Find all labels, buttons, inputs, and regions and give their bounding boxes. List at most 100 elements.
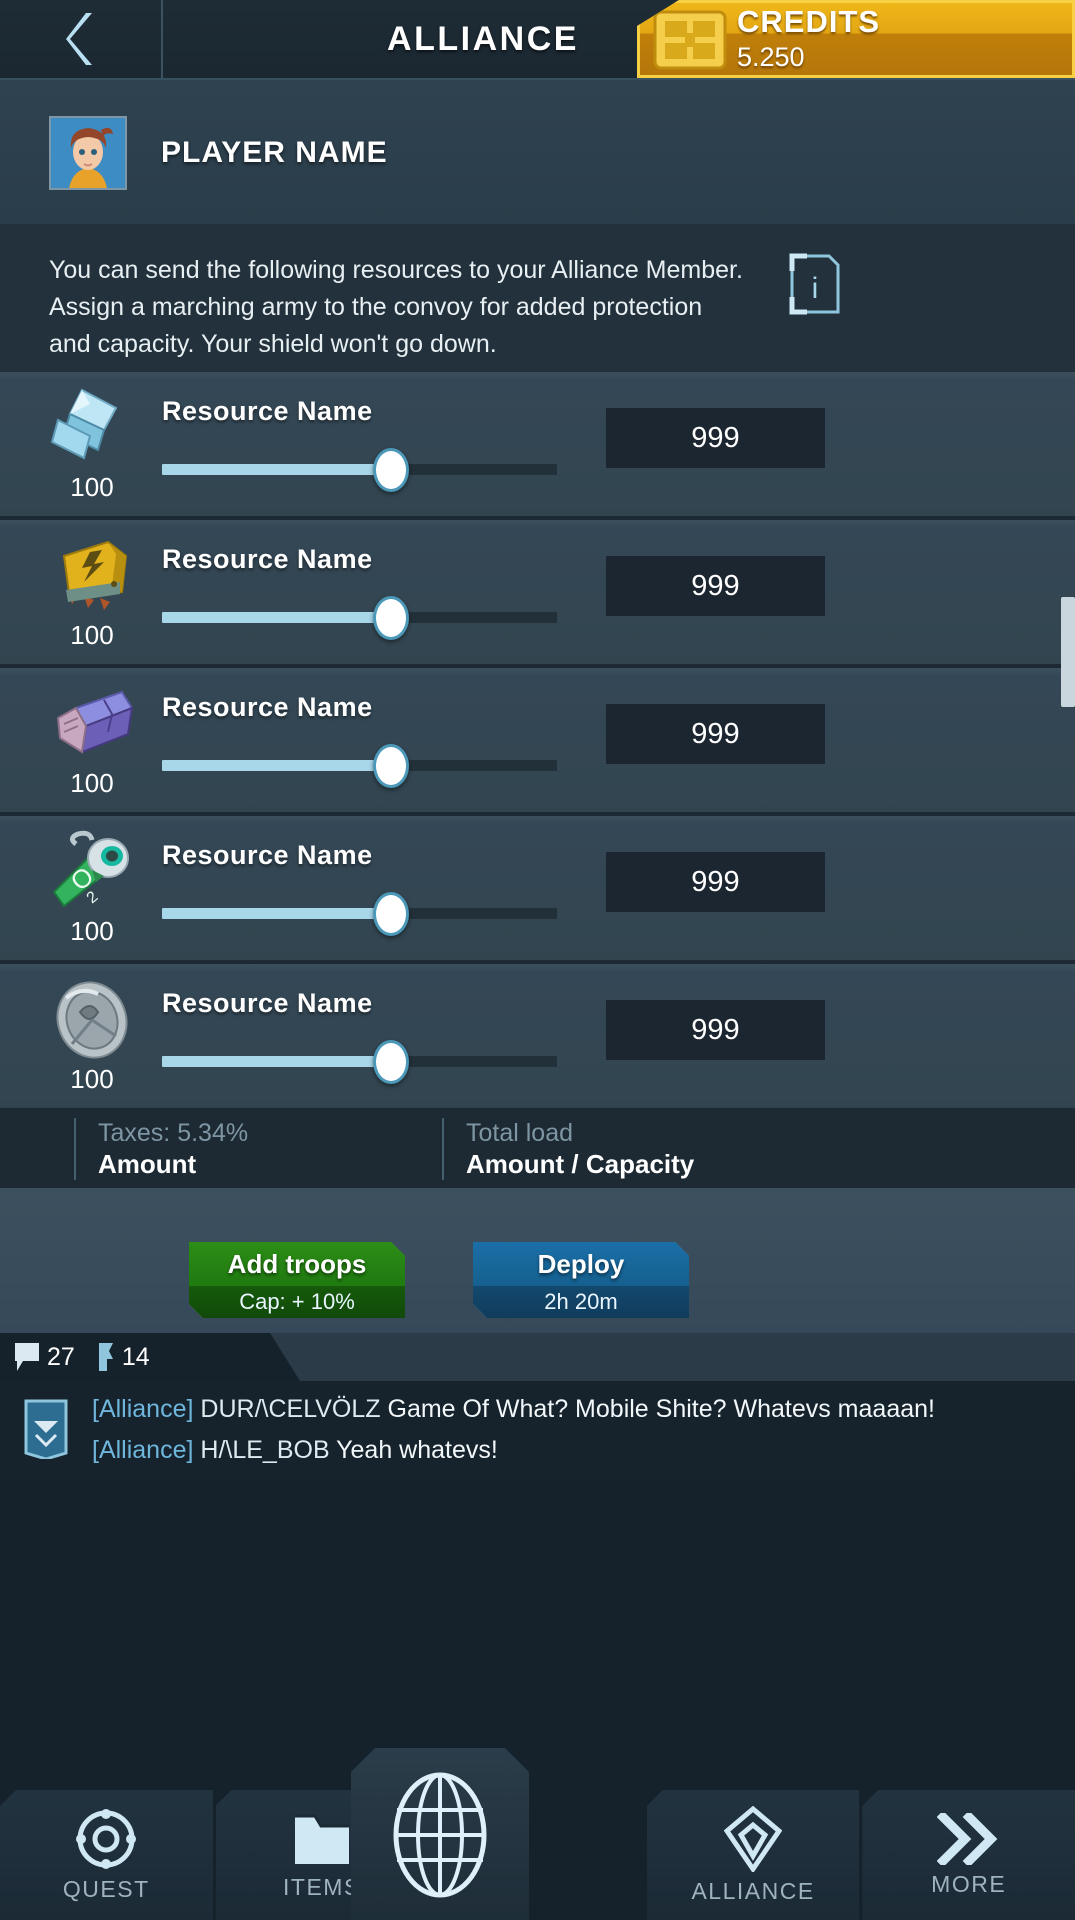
- taxes-column: Taxes: 5.34% Amount: [74, 1118, 248, 1180]
- resource-name: Resource Name: [162, 988, 373, 1018]
- add-troops-button[interactable]: Add troops Cap: + 10%: [189, 1242, 405, 1318]
- description-text: You can send the following resources to …: [49, 256, 743, 358]
- svg-text:i: i: [812, 272, 819, 305]
- top-bar: ALLIANCE CREDITS 5.250: [0, 0, 1075, 80]
- chip-card-icon: [653, 10, 727, 70]
- chat-line: [Alliance] DUR/\CELVÖLZ Game Of What? Mo…: [92, 1389, 1052, 1430]
- credits-button[interactable]: CREDITS 5.250: [637, 0, 1075, 78]
- resource-slider[interactable]: [162, 744, 557, 788]
- chat-message-list: [Alliance] DUR/\CELVÖLZ Game Of What? Mo…: [92, 1389, 1052, 1471]
- total-load-label: Total load: [466, 1119, 574, 1147]
- bottom-nav: QUEST ITEMS ALLIANCE MORE: [0, 1479, 1075, 1920]
- speech-bubble-icon: [15, 1343, 39, 1371]
- metal-ingot-icon: [56, 690, 134, 754]
- add-troops-sublabel: Cap: + 10%: [189, 1286, 405, 1318]
- nav-label-more: MORE: [931, 1870, 1007, 1897]
- description-block: You can send the following resources to …: [0, 224, 1075, 372]
- resource-owned: 100: [70, 768, 114, 798]
- resource-value-input[interactable]: 999: [606, 1000, 825, 1060]
- chat-text: Game Of What? Mobile Shite? Whatevs maaa…: [387, 1395, 935, 1423]
- lifebuoy-icon: [76, 1808, 137, 1869]
- deploy-sublabel: 2h 20m: [473, 1286, 689, 1318]
- chat-user: H/\LE_BOB: [200, 1436, 330, 1464]
- resource-slider[interactable]: [162, 596, 557, 640]
- chevron-left-icon: [65, 13, 92, 65]
- back-button[interactable]: [0, 0, 163, 78]
- chat-mail-count: 14: [121, 1342, 150, 1371]
- oxygen-canister-icon: O 2: [52, 830, 129, 908]
- info-icon[interactable]: i: [789, 253, 841, 315]
- slider-fill: [162, 464, 392, 475]
- mail-flag-icon: [98, 1343, 113, 1371]
- resource-owned: 100: [70, 916, 114, 946]
- chat-channel: [Alliance]: [92, 1395, 194, 1423]
- chat-user: DUR/\CELVÖLZ: [200, 1395, 381, 1423]
- chat-text: Yeah whatevs!: [336, 1436, 498, 1464]
- chat-messages-count: 27: [47, 1342, 75, 1371]
- slider-knob[interactable]: [373, 892, 410, 936]
- resource-row: 100 Resource Name 999: [0, 372, 1075, 520]
- nav-item-quest[interactable]: QUEST: [0, 1790, 216, 1920]
- resource-value-input[interactable]: 999: [606, 556, 825, 616]
- total-load-value: Amount / Capacity: [466, 1149, 695, 1179]
- total-load-column: Total load Amount / Capacity: [442, 1118, 694, 1180]
- resource-owned: 100: [70, 1064, 114, 1094]
- nav-label-items: ITEMS: [283, 1873, 361, 1900]
- scrollbar-thumb[interactable]: [1061, 597, 1075, 707]
- nav-label-alliance: ALLIANCE: [691, 1877, 815, 1904]
- folder-icon: [294, 1814, 349, 1864]
- crystal-shard-icon: [50, 388, 118, 460]
- energy-cell-icon: [62, 540, 128, 610]
- chat-channel: [Alliance]: [92, 1436, 194, 1464]
- resource-row: 100 Resource Name 999: [0, 964, 1075, 1112]
- resource-row: O 2 100 Resource Name 999: [0, 816, 1075, 964]
- slider-knob[interactable]: [373, 744, 410, 788]
- player-portrait-icon: [51, 118, 125, 188]
- slider-fill: [162, 760, 392, 771]
- taxes-label: Taxes: 5.34%: [98, 1119, 249, 1147]
- action-bar: Add troops Cap: + 10% Deploy 2h 20m: [0, 1188, 1075, 1333]
- nav-label-quest: QUEST: [62, 1875, 150, 1902]
- add-troops-label: Add troops: [189, 1242, 405, 1286]
- slider-knob[interactable]: [373, 596, 410, 640]
- chat-tab-bar: 27 14: [0, 1333, 300, 1381]
- slider-fill: [162, 908, 392, 919]
- resource-name: Resource Name: [162, 396, 373, 426]
- resource-value-input[interactable]: 999: [606, 704, 825, 764]
- slider-knob[interactable]: [373, 1040, 410, 1084]
- chat-line: [Alliance] H/\LE_BOB Yeah whatevs!: [92, 1430, 1052, 1471]
- chat-tab-mail[interactable]: 14: [97, 1342, 150, 1372]
- totals-bar: Taxes: 5.34% Amount Total load Amount / …: [0, 1106, 1075, 1188]
- diamond-icon: [724, 1805, 783, 1872]
- credits-value: 5.250: [737, 42, 805, 72]
- svg-text:2: 2: [84, 888, 102, 907]
- resource-slider[interactable]: [162, 1040, 557, 1084]
- resource-row: 100 Resource Name 999: [0, 668, 1075, 816]
- resource-slider[interactable]: [162, 892, 557, 936]
- nav-bar: QUEST ITEMS ALLIANCE MORE: [0, 1790, 1075, 1920]
- resource-row: 100 Resource Name 999: [0, 520, 1075, 668]
- resource-name: Resource Name: [162, 692, 373, 722]
- avatar[interactable]: [49, 116, 127, 190]
- resource-value-input[interactable]: 999: [606, 408, 825, 468]
- resource-list: 100 Resource Name 999 100 Resource Name …: [0, 372, 1075, 1112]
- slider-fill: [162, 612, 392, 623]
- deploy-button[interactable]: Deploy 2h 20m: [473, 1242, 689, 1318]
- resource-owned: 100: [70, 620, 114, 650]
- globe-icon: [393, 1772, 487, 1898]
- deploy-label: Deploy: [473, 1242, 689, 1286]
- nav-item-alliance[interactable]: ALLIANCE: [646, 1790, 863, 1920]
- alloy-disc-icon: [56, 981, 128, 1059]
- slider-fill: [162, 1056, 392, 1067]
- resource-value-input[interactable]: 999: [606, 852, 825, 912]
- taxes-value: Amount: [98, 1149, 197, 1179]
- nav-item-more[interactable]: MORE: [862, 1790, 1075, 1920]
- envelope-icon: [24, 1399, 68, 1459]
- slider-knob[interactable]: [373, 448, 410, 492]
- nav-item-world[interactable]: [351, 1748, 529, 1920]
- player-name: PLAYER NAME: [161, 136, 388, 169]
- resource-slider[interactable]: [162, 448, 557, 492]
- chat-tab-messages[interactable]: 27: [14, 1342, 75, 1372]
- resource-owned: 100: [70, 472, 114, 502]
- chat-panel[interactable]: [Alliance] DUR/\CELVÖLZ Game Of What? Mo…: [0, 1381, 1075, 1479]
